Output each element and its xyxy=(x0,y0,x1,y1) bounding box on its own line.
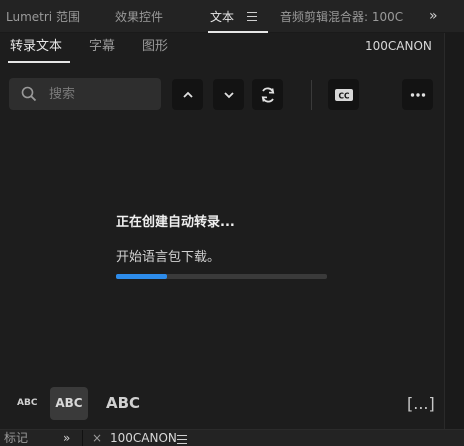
bottom-panel-tab-bar: 标记 » × 100CANON xyxy=(0,429,464,446)
bottom-overflow-icon[interactable]: » xyxy=(63,430,70,446)
tab-transcript[interactable]: 转录文本 xyxy=(10,33,62,63)
tab-markers[interactable]: 标记 xyxy=(4,430,28,446)
panel-menu-icon[interactable] xyxy=(247,12,257,21)
bottom-divider xyxy=(82,430,83,446)
text-size-medium-button[interactable]: ABC xyxy=(50,387,88,420)
text-panel-window: Lumetri 范围 效果控件 文本 音频剪辑混合器: 100C » 转录文本 … xyxy=(0,0,464,446)
right-panel-edge xyxy=(444,33,464,429)
panel-tab-bar: Lumetri 范围 效果控件 文本 音频剪辑混合器: 100C » xyxy=(0,0,464,33)
text-size-small-button[interactable]: ABC xyxy=(17,398,37,408)
text-sub-tabs: 转录文本 字幕 图形 100CANON xyxy=(0,33,444,66)
progress-bar xyxy=(116,274,327,279)
text-size-large-button[interactable]: ABC xyxy=(106,394,140,412)
create-captions-button[interactable]: CC xyxy=(328,79,359,110)
tab-graphics[interactable]: 图形 xyxy=(142,33,168,63)
tab-text[interactable]: 文本 xyxy=(210,0,234,33)
search-icon xyxy=(21,86,37,102)
sequence-name: 100CANON xyxy=(365,39,432,53)
more-icon xyxy=(410,92,425,97)
transcript-options-button[interactable]: [...] xyxy=(407,394,435,413)
svg-text:CC: CC xyxy=(338,91,350,100)
chevron-up-icon xyxy=(182,91,193,98)
tab-audio-clip-mixer[interactable]: 音频剪辑混合器: 100C xyxy=(280,0,403,33)
tab-effect-controls[interactable]: 效果控件 xyxy=(115,0,163,33)
close-icon[interactable]: × xyxy=(92,430,102,446)
timeline-menu-icon[interactable] xyxy=(177,435,187,444)
tab-overflow-icon[interactable]: » xyxy=(429,0,438,33)
closed-captions-icon: CC xyxy=(334,88,353,101)
previous-result-button[interactable] xyxy=(172,79,203,110)
transcription-status-detail: 开始语言包下载。 xyxy=(116,250,221,265)
refresh-icon xyxy=(261,87,274,102)
more-options-button[interactable] xyxy=(402,79,433,110)
toolbar-divider xyxy=(311,80,312,110)
search-input[interactable] xyxy=(49,78,157,110)
tab-lumetri-scopes[interactable]: Lumetri 范围 xyxy=(6,0,80,33)
tab-sequence-timeline[interactable]: 100CANON xyxy=(110,430,177,446)
progress-fill xyxy=(116,274,167,279)
chevron-down-icon xyxy=(223,91,234,98)
tab-captions[interactable]: 字幕 xyxy=(89,33,115,63)
search-field[interactable] xyxy=(9,78,161,110)
transcription-status-title: 正在创建自动转录... xyxy=(116,215,235,230)
replace-button[interactable] xyxy=(252,79,283,110)
sub-tab-indicator xyxy=(8,61,70,63)
next-result-button[interactable] xyxy=(213,79,244,110)
